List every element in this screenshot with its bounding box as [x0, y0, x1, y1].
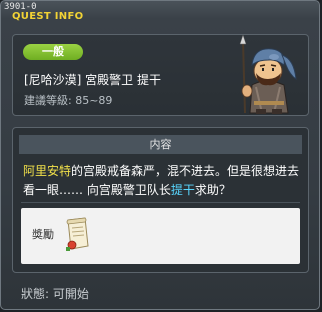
- highlight-location: 阿里安特: [23, 164, 72, 178]
- description-text-2: 求助？: [194, 183, 231, 197]
- content-header: 内容: [19, 135, 302, 154]
- required-level: 建議等級: 85~89: [24, 94, 113, 107]
- quest-name: [尼哈沙漠] 宮殿警卫 提干: [24, 73, 161, 87]
- content-panel: 内容 阿里安特的宫殿戒备森严，混不进去。但是很想进去看一眼…… 向宫殿警卫队长提…: [12, 127, 309, 273]
- scroll-reward-icon[interactable]: [63, 216, 91, 252]
- category-badge: 一般: [23, 44, 83, 60]
- npc-portrait-icon: [239, 35, 297, 114]
- quest-status: 狀態: 可開始: [21, 287, 89, 301]
- reward-box: 奬勵: [21, 208, 300, 264]
- quest-description: 阿里安特的宫殿戒备森严，混不进去。但是很想进去看一眼…… 向宫殿警卫队长提干求助…: [23, 162, 303, 200]
- reward-label: 奬勵: [32, 228, 54, 241]
- divider: [21, 202, 300, 203]
- quest-header-panel: 一般 [尼哈沙漠] 宮殿警卫 提干 建議等級: 85~89: [12, 34, 309, 116]
- window-title: QUEST INFO: [12, 11, 84, 22]
- quest-info-window: 3901-0 QUEST INFO 一般 [尼哈沙漠] 宮殿警卫 提干 建議等級…: [0, 0, 320, 310]
- highlight-npc: 提干: [170, 183, 195, 197]
